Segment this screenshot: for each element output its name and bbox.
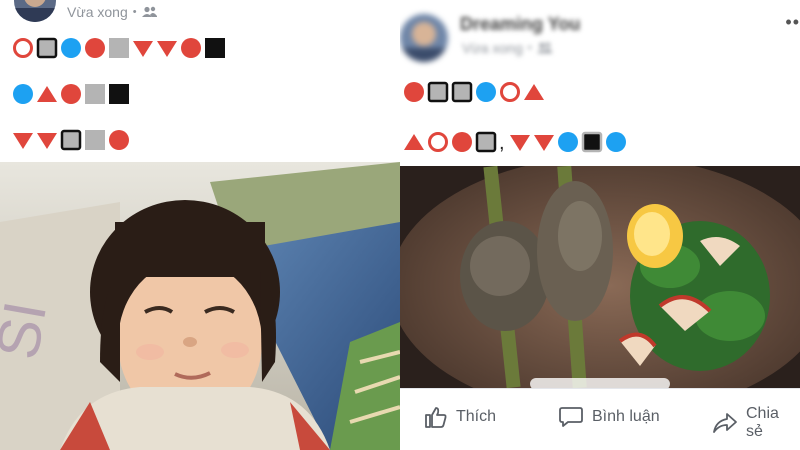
triangle-up-icon <box>403 131 425 153</box>
emoji-row-1 <box>403 80 545 104</box>
post-time[interactable]: Vừa xong <box>462 40 523 56</box>
post-photo-food[interactable] <box>400 166 800 388</box>
circle-outline-icon <box>427 131 449 153</box>
circle-red-icon <box>451 131 473 153</box>
triangle-down-icon <box>509 131 531 153</box>
thumbs-up-icon <box>424 405 448 429</box>
triangle-down-icon <box>36 129 58 151</box>
square-black-icon <box>204 37 226 59</box>
share-label: Chia sẻ <box>746 405 779 440</box>
post-meta: Vừa xong • <box>462 40 552 56</box>
comment-button[interactable]: Bình luận <box>558 405 660 429</box>
svg-text:SI: SI <box>0 296 59 363</box>
share-button[interactable]: Chia sẻ <box>712 405 800 441</box>
post-meta: Vừa xong • <box>67 4 157 20</box>
comment-icon <box>558 405 584 429</box>
emoji-row-2: , <box>403 130 627 154</box>
triangle-up-icon <box>36 83 58 105</box>
author-name[interactable]: Dreaming You <box>460 14 580 35</box>
share-arrow-icon <box>712 411 738 435</box>
post-action-bar: Thích Bình luận Chia sẻ <box>400 388 800 450</box>
square-black-icon <box>108 83 130 105</box>
comment-label: Bình luận <box>592 408 660 425</box>
circle-red-icon <box>180 37 202 59</box>
square-outline-icon <box>451 81 473 103</box>
friends-icon <box>536 42 552 54</box>
emoji-row-2 <box>12 82 130 106</box>
square-gray-icon <box>84 83 106 105</box>
circle-red-icon <box>108 129 130 151</box>
comma-text: , <box>499 132 505 154</box>
triangle-up-icon <box>523 81 545 103</box>
triangle-down-icon <box>156 37 178 59</box>
emoji-row-3 <box>12 128 130 152</box>
circle-red-icon <box>60 83 82 105</box>
square-outline-icon <box>36 37 58 59</box>
circle-outline-icon <box>499 81 521 103</box>
circle-red-icon <box>403 81 425 103</box>
post-time[interactable]: Vừa xong <box>67 4 128 20</box>
friends-icon <box>141 6 157 18</box>
like-button[interactable]: Thích <box>424 405 496 429</box>
post-photo-child[interactable]: SI <box>0 162 400 450</box>
avatar[interactable] <box>14 0 56 22</box>
right-post: Dreaming You Vừa xong • •• , Thích Bình … <box>400 0 800 450</box>
left-post: Vừa xong • SI <box>0 0 400 450</box>
avatar[interactable] <box>400 14 448 62</box>
emoji-row-1 <box>12 36 226 60</box>
triangle-down-icon <box>12 129 34 151</box>
square-outline-icon <box>475 131 497 153</box>
meta-separator: • <box>132 6 137 18</box>
triangle-down-icon <box>132 37 154 59</box>
more-options-button[interactable]: •• <box>785 12 800 33</box>
triangle-down-icon <box>533 131 555 153</box>
square-outline-black-icon <box>581 131 603 153</box>
circle-blue-icon <box>475 81 497 103</box>
square-outline-icon <box>427 81 449 103</box>
circle-blue-icon <box>60 37 82 59</box>
like-label: Thích <box>456 408 497 425</box>
square-gray-icon <box>108 37 130 59</box>
meta-separator: • <box>527 42 532 54</box>
circle-red-icon <box>84 37 106 59</box>
square-gray-icon <box>84 129 106 151</box>
circle-outline-icon <box>12 37 34 59</box>
square-outline-icon <box>60 129 82 151</box>
circle-blue-icon <box>12 83 34 105</box>
circle-blue-icon <box>557 131 579 153</box>
circle-blue-icon <box>605 131 627 153</box>
